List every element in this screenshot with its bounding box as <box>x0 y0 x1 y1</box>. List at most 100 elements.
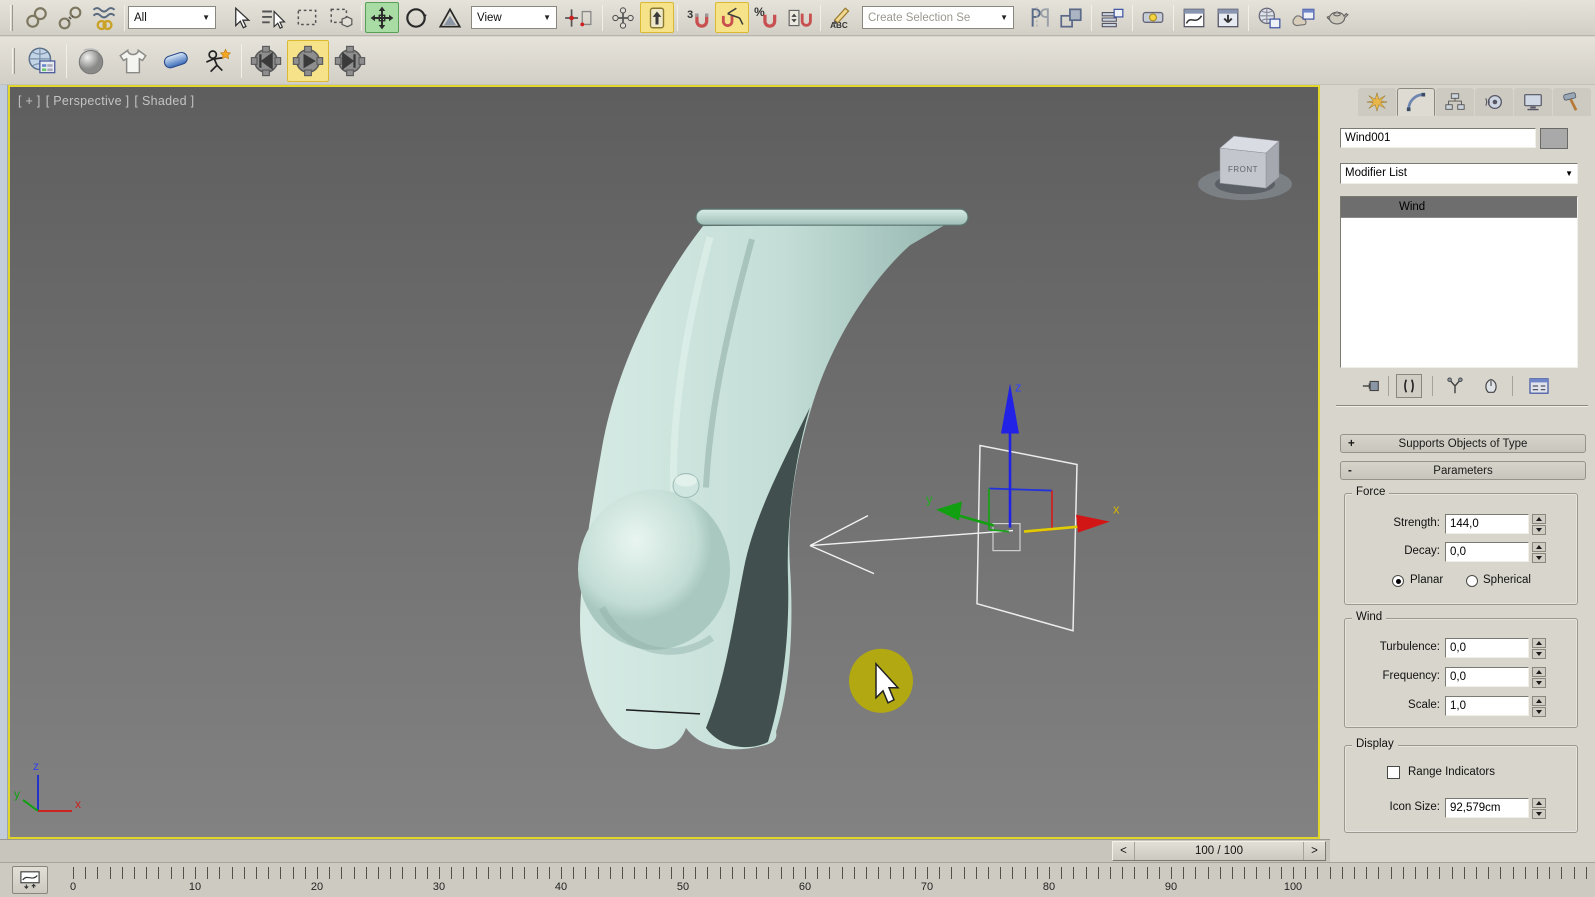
spherical-radio[interactable] <box>1466 575 1478 587</box>
world-parameters-icon[interactable] <box>21 40 63 82</box>
select-and-link-icon[interactable] <box>19 2 53 33</box>
mcloth-icon[interactable] <box>112 40 154 82</box>
viewport-pov-label[interactable]: [ Perspective ] <box>46 94 130 108</box>
step-simulation-icon[interactable] <box>329 40 371 82</box>
frame-tick <box>1134 867 1136 879</box>
frame-tick <box>1268 867 1270 879</box>
previous-frame-button[interactable]: < <box>1113 842 1135 860</box>
rendered-frame-window-icon[interactable] <box>1286 2 1320 33</box>
strength-field[interactable] <box>1445 514 1529 534</box>
remove-modifier-icon[interactable] <box>1478 374 1504 398</box>
percent-snap-toggle-icon[interactable]: % <box>749 2 783 33</box>
decay-label: Decay: <box>1404 545 1440 557</box>
icon-size-spinner[interactable] <box>1532 798 1546 819</box>
schematic-view-icon[interactable] <box>1211 2 1245 33</box>
decay-spinner[interactable] <box>1532 542 1546 563</box>
rollout-supports-objects[interactable]: + Supports Objects of Type <box>1340 434 1586 453</box>
frame-tick <box>609 867 611 879</box>
object-name-field[interactable] <box>1340 128 1536 148</box>
frame-tick <box>1110 867 1111 879</box>
mirror-icon[interactable] <box>1020 2 1054 33</box>
keyboard-shortcut-override-icon[interactable] <box>640 2 674 33</box>
use-pivot-point-center-icon[interactable] <box>557 2 599 33</box>
select-and-manipulate-icon[interactable] <box>606 2 640 33</box>
ribbon-toggle-icon[interactable] <box>1136 2 1170 33</box>
modifier-list-dropdown[interactable]: Modifier List ▼ <box>1340 163 1578 184</box>
select-by-name-icon[interactable] <box>256 2 290 33</box>
tab-create[interactable] <box>1358 88 1396 116</box>
configure-modifier-sets-icon[interactable] <box>1526 374 1552 398</box>
select-object-icon[interactable] <box>222 2 256 33</box>
tab-modify[interactable] <box>1397 88 1435 116</box>
toolbar-drag-handle[interactable] <box>10 4 13 31</box>
angle-snap-toggle-icon[interactable] <box>715 2 749 33</box>
time-slider-track[interactable]: < 100 / 100 > <box>0 839 1330 862</box>
rollout-parameters[interactable]: - Parameters <box>1340 461 1586 480</box>
object-color-swatch[interactable] <box>1540 128 1568 149</box>
spinner-snap-toggle-icon[interactable] <box>783 2 817 33</box>
frame-tick <box>146 867 148 879</box>
toolbar-drag-handle[interactable] <box>12 47 15 74</box>
viewport[interactable]: z x y z x y FRONT [+] [Perspective] … <box>8 85 1320 839</box>
frame-tick <box>402 867 404 879</box>
cursor <box>849 648 913 713</box>
select-and-rotate-icon[interactable] <box>399 2 433 33</box>
rigid-body-icon[interactable] <box>70 40 112 82</box>
named-selection-set-dropdown[interactable]: Create Selection Se ▼ <box>862 6 1014 29</box>
tab-display[interactable] <box>1514 88 1552 116</box>
unlink-selection-icon[interactable] <box>53 2 87 33</box>
planar-radio[interactable] <box>1392 575 1404 587</box>
time-slider-handle[interactable]: < 100 / 100 > <box>1112 841 1326 861</box>
curve-editor-icon[interactable] <box>1177 2 1211 33</box>
tab-motion[interactable] <box>1475 88 1513 116</box>
edit-named-selection-sets-icon[interactable]: ABC <box>824 2 858 33</box>
hanging-bar[interactable] <box>695 208 969 226</box>
scale-field[interactable] <box>1445 696 1529 716</box>
reference-coordinate-system-dropdown[interactable]: View ▼ <box>471 6 557 29</box>
snap-toggle-3d-icon[interactable]: 3 <box>681 2 715 33</box>
frequency-field[interactable] <box>1445 667 1529 687</box>
frame-tick <box>914 867 916 879</box>
bind-to-space-warp-icon[interactable] <box>87 2 121 33</box>
range-indicators-checkbox[interactable] <box>1387 766 1400 779</box>
turbulence-field[interactable] <box>1445 638 1529 658</box>
frame-tick <box>1293 867 1294 879</box>
render-setup-icon[interactable] <box>1252 2 1286 33</box>
icon-size-field[interactable] <box>1445 798 1529 818</box>
layer-manager-icon[interactable] <box>1095 2 1129 33</box>
strength-spinner[interactable] <box>1532 514 1546 535</box>
next-frame-button[interactable]: > <box>1303 842 1325 860</box>
viewport-shading-label[interactable]: [ Shaded ] <box>134 94 194 108</box>
ragdoll-icon[interactable] <box>196 40 238 82</box>
select-and-move-icon[interactable] <box>365 2 399 33</box>
window-crossing-toggle-icon[interactable] <box>324 2 358 33</box>
turbulence-spinner[interactable] <box>1532 638 1546 659</box>
show-end-result-icon[interactable] <box>1396 374 1422 398</box>
selection-filter-dropdown[interactable]: All ▼ <box>128 6 216 29</box>
select-and-scale-icon[interactable] <box>433 2 467 33</box>
wind-gizmo[interactable]: z x y <box>809 379 1120 632</box>
scene-canvas[interactable]: z x y z x y FRONT <box>10 87 1318 837</box>
modifier-stack[interactable]: Wind <box>1340 196 1578 368</box>
constraint-icon[interactable] <box>154 40 196 82</box>
track-bar[interactable]: 0 10 20 30 40 50 60 70 80 90 100 <box>0 862 1595 897</box>
render-production-icon[interactable] <box>1320 2 1354 33</box>
pin-stack-icon[interactable] <box>1358 374 1384 398</box>
rectangular-selection-region-icon[interactable] <box>290 2 324 33</box>
modifier-stack-item-wind[interactable]: Wind <box>1341 197 1577 218</box>
sphere-under-cloth[interactable] <box>578 489 730 650</box>
frequency-spinner[interactable] <box>1532 667 1546 688</box>
make-unique-icon[interactable] <box>1442 374 1468 398</box>
tab-utilities[interactable] <box>1553 88 1591 116</box>
start-simulation-icon[interactable] <box>287 39 329 82</box>
viewport-menu-toggle[interactable]: [ + ] <box>18 94 41 108</box>
decay-field[interactable] <box>1445 542 1529 562</box>
frame-tick <box>561 867 562 879</box>
frame-ruler[interactable]: 0 10 20 30 40 50 60 70 80 90 100 <box>58 863 1595 897</box>
tab-hierarchy[interactable] <box>1436 88 1474 116</box>
open-mini-curve-editor-button[interactable] <box>12 866 48 894</box>
viewcube[interactable]: FRONT <box>1198 135 1292 201</box>
align-icon[interactable] <box>1054 2 1088 33</box>
reset-simulation-icon[interactable] <box>245 40 287 82</box>
scale-spinner[interactable] <box>1532 696 1546 717</box>
